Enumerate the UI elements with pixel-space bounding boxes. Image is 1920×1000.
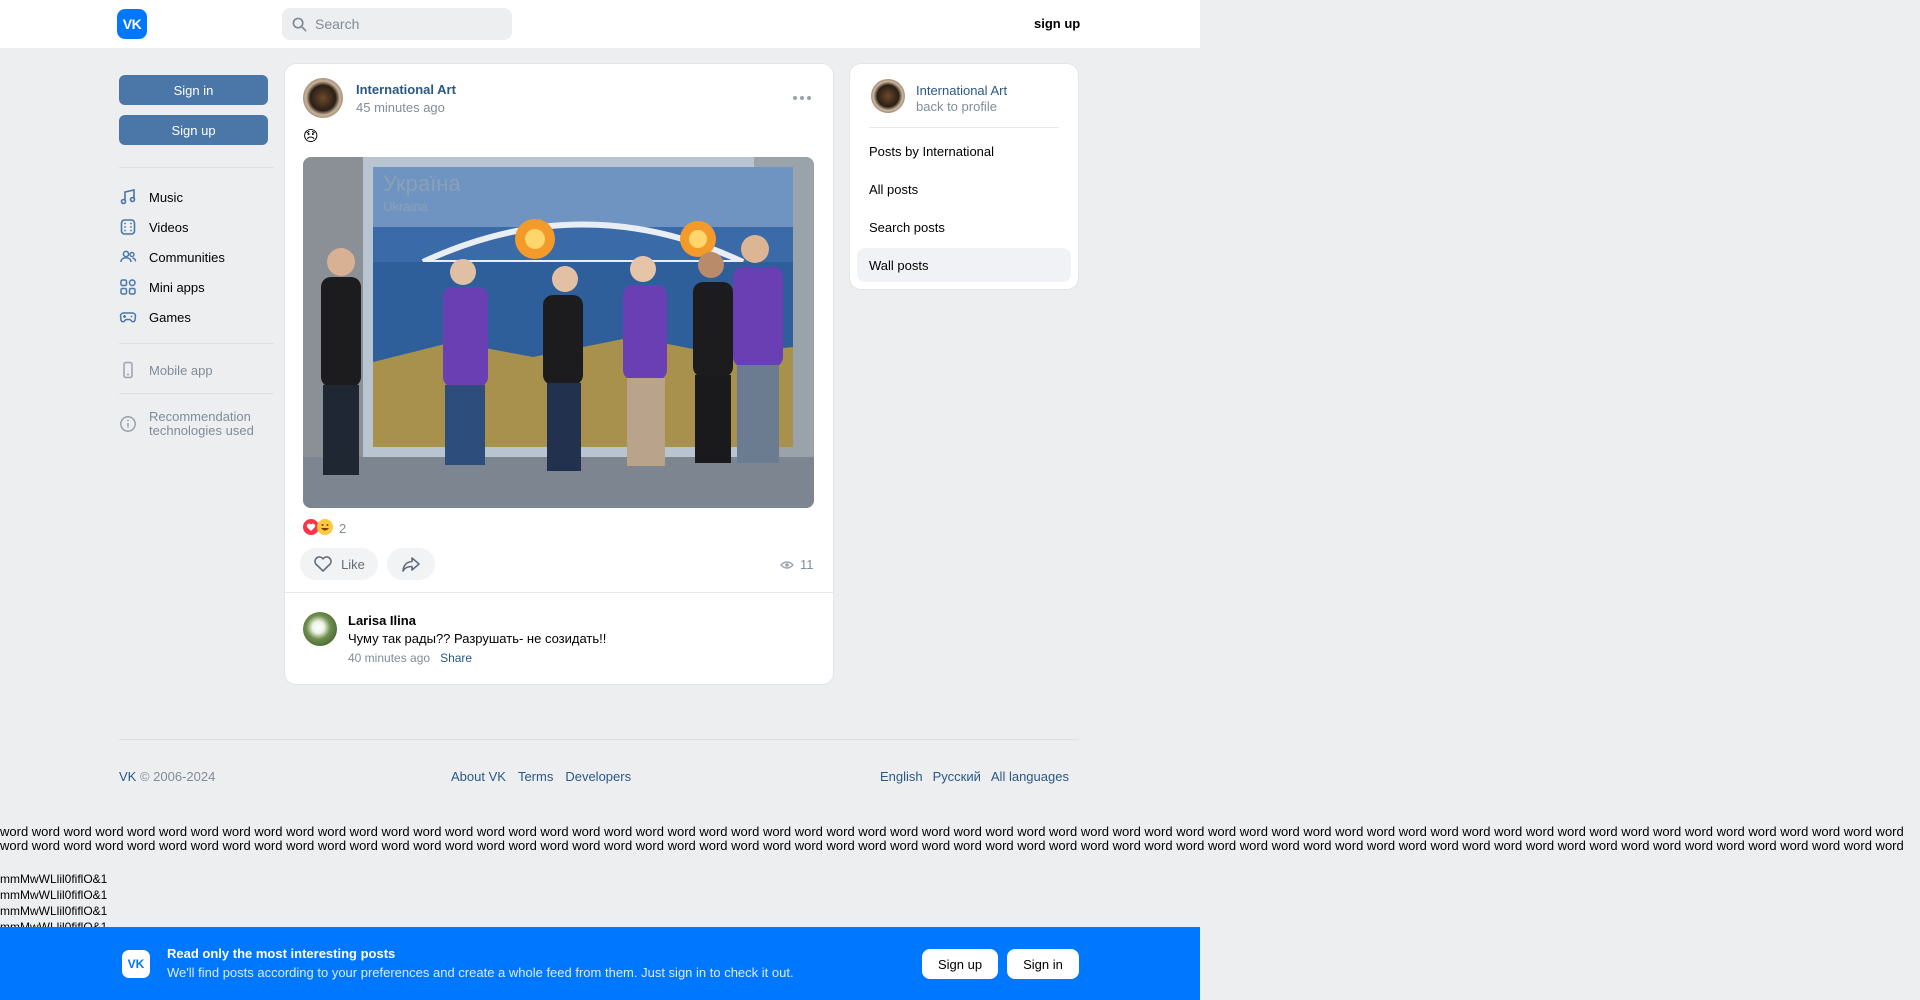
banner-vk-logo: VK <box>122 950 150 978</box>
header-signup-link[interactable]: sign up <box>1034 16 1080 31</box>
right-item-label: Search posts <box>869 219 945 235</box>
lang-all[interactable]: All languages <box>991 769 1069 784</box>
right-item-label: Posts by International <box>869 143 995 159</box>
sidebar-item-label: Games <box>149 309 191 325</box>
nav-divider <box>119 167 274 168</box>
filler-mm-line: mmMwWLlil0fiflO&1 <box>0 888 108 902</box>
sidebar-item-label: Videos <box>149 219 189 235</box>
sidebar-item-recommendation[interactable]: Recommendation technologies used <box>119 407 254 441</box>
filler-word-text: word word word word word word word word … <box>0 825 1920 853</box>
sidebar-item-videos[interactable]: Videos <box>119 212 189 242</box>
post-emoji: 😞 <box>303 128 319 145</box>
footer-link-terms[interactable]: Terms <box>518 769 553 784</box>
like-button[interactable]: Like <box>300 548 378 580</box>
photo-illustration <box>303 157 814 508</box>
sign-up-button[interactable]: Sign up <box>119 115 268 145</box>
sidebar-item-communities[interactable]: Communities <box>119 242 225 272</box>
comment-share-link[interactable]: Share <box>440 651 472 665</box>
search-input[interactable]: Search <box>282 8 512 40</box>
filler-word-line: word word word word word word word word … <box>0 838 1904 853</box>
author-avatar[interactable] <box>303 78 343 118</box>
photo-subtitle: Ukraina <box>383 199 428 214</box>
banner-signin-button[interactable]: Sign in <box>1007 949 1079 979</box>
vk-logo[interactable]: VK <box>117 9 147 39</box>
sidebar-item-games[interactable]: Games <box>119 302 191 332</box>
sign-in-button[interactable]: Sign in <box>119 75 268 105</box>
post-time[interactable]: 45 minutes ago <box>356 100 445 115</box>
search-placeholder: Search <box>315 16 360 32</box>
reactions-summary[interactable]: 2 <box>303 519 346 538</box>
heart-icon <box>314 556 332 573</box>
music-icon <box>119 188 137 206</box>
mini-apps-icon <box>119 278 137 296</box>
info-icon <box>119 415 137 433</box>
sidebar-item-label: Communities <box>149 249 225 265</box>
sidebar-item-music[interactable]: Music <box>119 182 183 212</box>
recommendation-line2: technologies used <box>149 423 254 438</box>
communities-icon <box>119 248 137 266</box>
views-count: 11 <box>800 557 814 572</box>
filler-mm-line: mmMwWLlil0fiflO&1 <box>0 920 108 927</box>
share-button[interactable] <box>387 548 435 580</box>
right-item-all-posts[interactable]: All posts <box>857 172 1071 206</box>
like-label: Like <box>341 556 365 572</box>
reactions-count: 2 <box>339 521 347 536</box>
nav-divider <box>119 393 274 394</box>
comment-time[interactable]: 40 minutes ago <box>348 651 430 665</box>
laugh-reaction-icon <box>317 519 333 538</box>
banner-title: Read only the most interesting posts <box>167 946 396 961</box>
sidebar-item-label: Music <box>149 189 183 205</box>
right-item-search-posts[interactable]: Search posts <box>857 210 1071 244</box>
phone-icon <box>119 361 137 379</box>
eye-icon <box>780 560 794 569</box>
footer-links: About VK Terms Developers <box>451 769 631 784</box>
post-photo[interactable]: Україна Ukraina <box>303 157 814 508</box>
post-author-name[interactable]: International Art <box>356 82 456 97</box>
share-icon <box>402 557 420 572</box>
footer-languages: English Русский All languages <box>880 769 1069 784</box>
footer-vk-link[interactable]: VK <box>119 769 136 784</box>
sidebar-item-mobile-app[interactable]: Mobile app <box>119 355 213 385</box>
banner-subtitle: We'll find posts according to your prefe… <box>167 965 794 980</box>
filler-word-line: word word word word word word word word … <box>0 825 1904 839</box>
video-icon <box>119 218 137 236</box>
right-item-label: Wall posts <box>869 257 929 273</box>
right-panel-name[interactable]: International Art <box>916 83 1007 98</box>
sidebar-item-label: Mini apps <box>149 279 205 295</box>
recommendation-line1: Recommendation <box>149 409 251 424</box>
right-panel-divider <box>869 127 1059 128</box>
photo-title: Україна <box>383 171 461 196</box>
right-item-label: All posts <box>869 181 919 197</box>
filler-mm-line: mmMwWLlil0fiflO&1 <box>0 872 108 886</box>
post-divider <box>284 592 834 593</box>
right-item-wall-posts[interactable]: Wall posts <box>857 248 1071 282</box>
views-counter: 11 <box>780 557 814 572</box>
sidebar-item-label: Mobile app <box>149 362 213 378</box>
comment-meta: 40 minutes ago Share <box>348 651 472 665</box>
right-item-posts-by[interactable]: Posts by International <box>857 134 1071 168</box>
sidebar-item-mini-apps[interactable]: Mini apps <box>119 272 205 302</box>
footer-link-developers[interactable]: Developers <box>565 769 631 784</box>
recommendation-label: Recommendation technologies used <box>149 410 254 438</box>
banner-signup-button[interactable]: Sign up <box>922 949 998 979</box>
search-icon <box>292 17 307 31</box>
copyright-text: © 2006-2024 <box>136 769 216 784</box>
comment-text: Чуму так рады?? Разрушать- не созидать!! <box>348 631 607 646</box>
more-options-icon[interactable] <box>792 84 812 107</box>
comment-author-avatar[interactable] <box>303 612 337 646</box>
footer-divider <box>119 739 1079 740</box>
back-to-profile-link[interactable]: back to profile <box>916 99 997 114</box>
filler-mm-line: mmMwWLlil0fiflO&1 <box>0 904 108 918</box>
lang-russian[interactable]: Русский <box>933 769 981 784</box>
lang-english[interactable]: English <box>880 769 923 784</box>
footer-copyright: VK © 2006-2024 <box>119 769 215 784</box>
top-header: VK Search sign up <box>0 0 1200 48</box>
nav-divider <box>119 343 274 344</box>
footer-link-about[interactable]: About VK <box>451 769 506 784</box>
gamepad-icon <box>119 308 137 326</box>
filler-mm-text: mmMwWLlil0fiflO&1 mmMwWLlil0fiflO&1 mmMw… <box>0 871 107 927</box>
comment-author-name[interactable]: Larisa Ilina <box>348 613 416 628</box>
right-avatar[interactable] <box>871 79 905 113</box>
